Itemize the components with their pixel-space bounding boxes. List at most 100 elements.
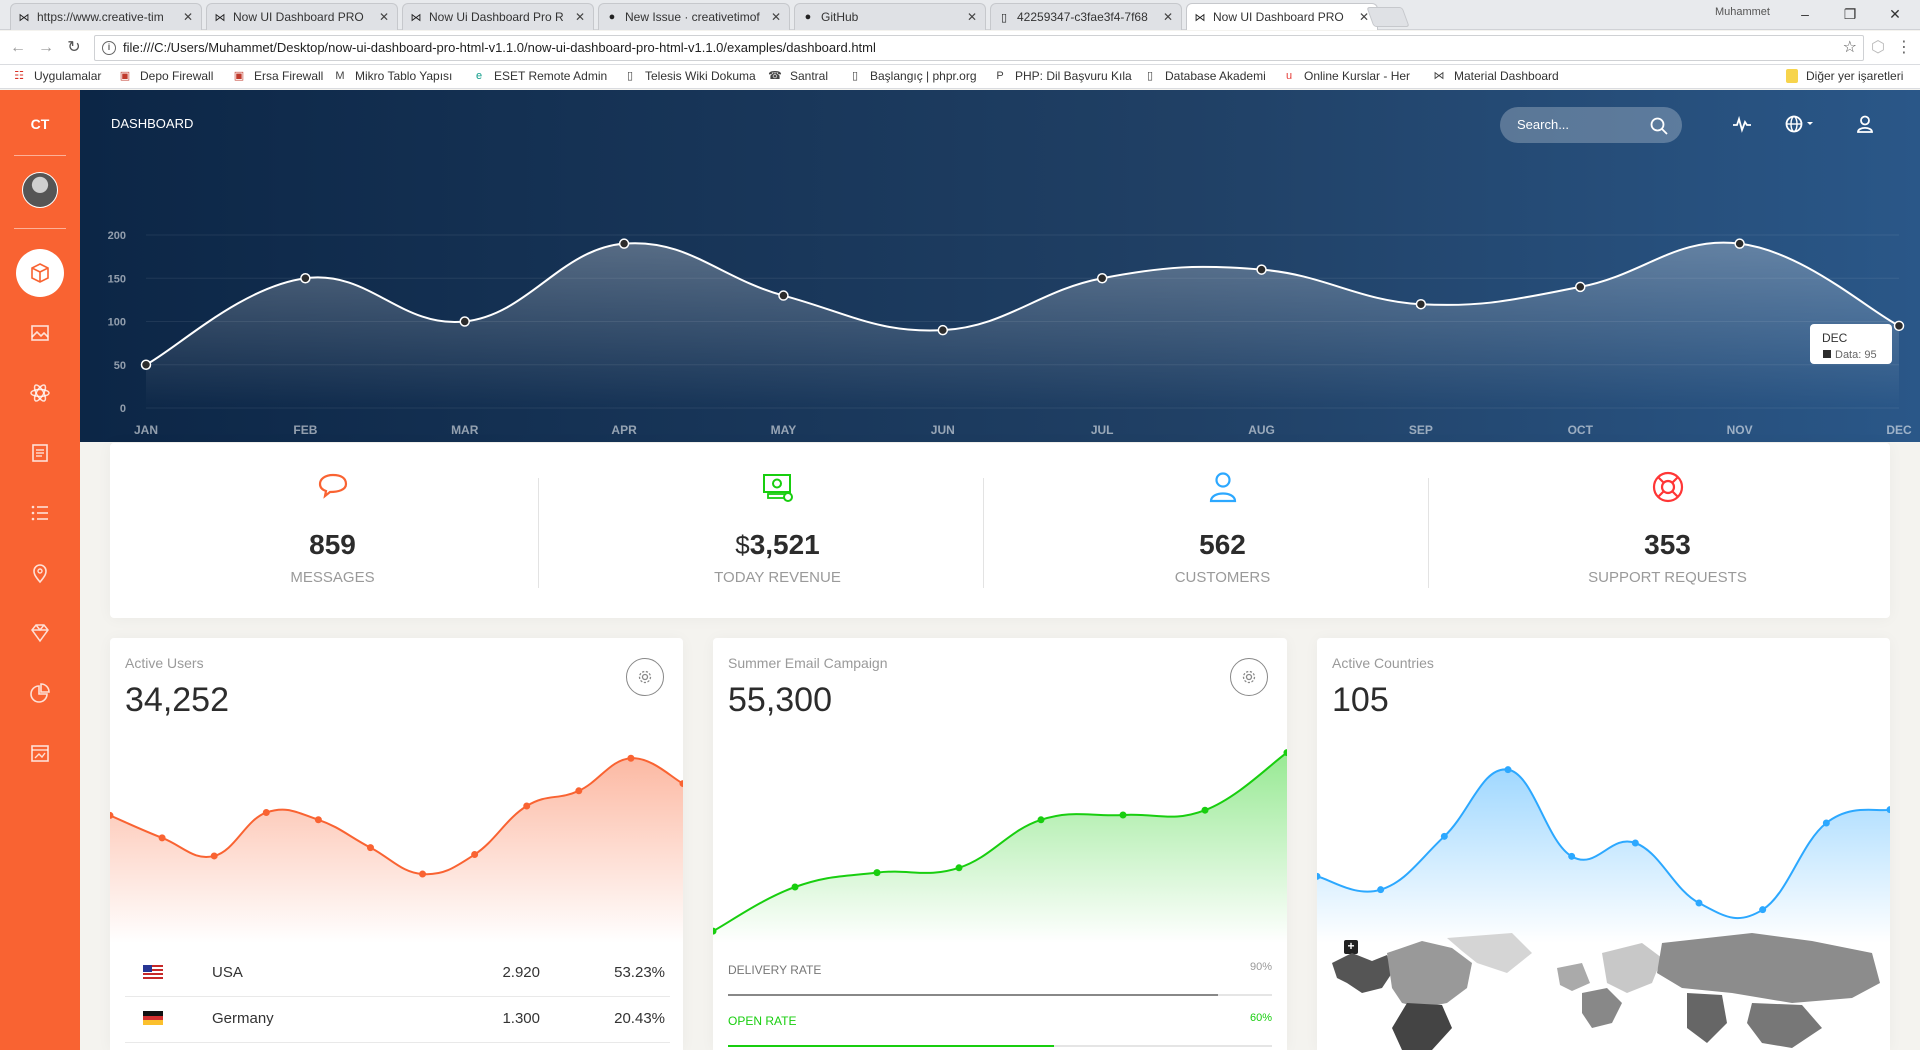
settings-button[interactable] [626, 658, 664, 696]
close-icon[interactable]: ✕ [1875, 2, 1915, 26]
divider [1428, 478, 1429, 588]
tab-close-icon[interactable]: ✕ [967, 10, 977, 24]
data-point [778, 290, 789, 301]
bookmark-item[interactable]: ☎ Santral [768, 69, 828, 83]
bookmark-item[interactable]: e ESET Remote Admin [472, 69, 607, 83]
bookmark-item[interactable]: P PHP: Dil Başvuru Kıla [993, 69, 1131, 83]
x-tick-label: JAN [134, 423, 158, 437]
data-point [1256, 264, 1267, 275]
bookmark-item[interactable]: ⋈ Material Dashboard [1432, 69, 1559, 83]
back-icon[interactable]: ← [8, 38, 28, 58]
maximize-icon[interactable]: ❐ [1830, 2, 1870, 26]
browser-tab[interactable]: ● New Issue · creativetimof ✕ [598, 3, 790, 30]
stat-number: 3,521 [749, 529, 820, 560]
search-input[interactable]: Search... [1500, 107, 1682, 143]
bookmark-label: Ersa Firewall [254, 69, 324, 83]
data-point [366, 844, 374, 852]
bookmark-item[interactable]: ▣ Ersa Firewall [232, 69, 324, 83]
sidebar-item-image[interactable] [16, 309, 64, 357]
search-icon[interactable] [1650, 117, 1668, 135]
country-count: 2.920 [502, 964, 540, 981]
url-text: file:///C:/Users/Muhammet/Desktop/now-ui… [123, 40, 876, 55]
data-point [575, 787, 583, 795]
bookmark-label: Mikro Tablo Yapısı [355, 69, 453, 83]
sidebar-item-atom[interactable] [16, 369, 64, 417]
data-point [300, 273, 311, 284]
sidebar-item-box[interactable] [16, 249, 64, 297]
folder-icon [1786, 69, 1798, 83]
sidebar-item-calendar[interactable] [16, 729, 64, 777]
chart-area [713, 752, 1287, 943]
active-users-card: Active Users 34,252 USA 2.920 53.23% German… [110, 638, 683, 1050]
globe-icon[interactable] [1785, 115, 1815, 133]
sidebar-item-paper[interactable] [16, 429, 64, 477]
other-bookmarks[interactable]: Diğer yer işaretleri [1786, 69, 1903, 83]
sidebar-item-list[interactable] [16, 489, 64, 537]
divider [538, 478, 539, 588]
bookmark-star-icon[interactable]: ☆ [1843, 36, 1857, 60]
data-point [1119, 811, 1127, 819]
info-icon[interactable]: i [102, 41, 116, 55]
new-tab-button[interactable] [1366, 7, 1410, 27]
profile-name[interactable]: Muhammet [1715, 6, 1770, 18]
card-value: 55,300 [728, 681, 832, 719]
chart-tooltip: DEC Data: 95 [1810, 324, 1892, 364]
bookmark-item[interactable]: ▯ Database Akademi [1143, 69, 1266, 83]
browser-tab[interactable]: ⋈ Now Ui Dashboard Pro R ✕ [402, 3, 594, 30]
stat-value: 562 [1000, 529, 1445, 561]
stats-card: 859 MESSAGES $3,521 TODAY REVENUE 562 CUSTOME… [110, 443, 1890, 618]
stat-label: CUSTOMERS [1174, 569, 1271, 586]
bookmark-item[interactable]: ☷ Uygulamalar [12, 69, 101, 83]
atom-icon [30, 384, 50, 402]
sidebar-item-chart-pie[interactable] [16, 669, 64, 717]
url-input[interactable]: i file:///C:/Users/Muhammet/Desktop/now-… [94, 35, 1864, 61]
chart-area [1317, 769, 1890, 943]
menu-icon[interactable]: ⋮ [1894, 38, 1914, 58]
browser-tab[interactable]: ▯ 42259347-c3fae3f4-7f68 ✕ [990, 3, 1182, 30]
browser-tab-bar: ⋈ https://www.creative-tim ✕ ⋈ Now UI Dashbo… [0, 0, 1920, 30]
sidebar-item-diamond[interactable] [16, 609, 64, 657]
bookmark-item[interactable]: ▣ Depo Firewall [118, 69, 214, 83]
bookmark-item[interactable]: M Mikro Tablo Yapısı [333, 69, 452, 83]
tab-title: https://www.creative-tim [37, 10, 164, 24]
activity-icon[interactable] [1733, 115, 1751, 133]
bookmark-item[interactable]: u Online Kurslar - Her [1282, 69, 1410, 83]
sidebar-item-pin[interactable] [16, 549, 64, 597]
browser-tab[interactable]: ⋈ https://www.creative-tim ✕ [10, 3, 202, 30]
us-flag-icon [143, 965, 163, 979]
world-map[interactable] [1332, 933, 1882, 1050]
forward-icon[interactable]: → [36, 38, 56, 58]
page-title[interactable]: DASHBOARD [111, 116, 193, 131]
reload-icon[interactable]: ↻ [64, 38, 84, 58]
tooltip-label: Data: 95 [1835, 349, 1877, 361]
y-tick-label: 0 [120, 403, 126, 415]
extension-icon[interactable]: ⬡ [1868, 38, 1888, 58]
chart-pie-icon [30, 683, 50, 703]
logo[interactable]: CT [0, 116, 80, 132]
avatar[interactable] [22, 172, 58, 208]
country-name: USA [212, 964, 243, 981]
bookmark-item[interactable]: ▯ Başlangıç | phpr.org [848, 69, 977, 83]
browser-tab[interactable]: ⋈ Now UI Dashboard PRO ✕ [1186, 3, 1378, 30]
tab-close-icon[interactable]: ✕ [379, 10, 389, 24]
x-tick-label: MAY [771, 423, 797, 437]
open-rate-percent: 60% [1249, 1012, 1272, 1024]
settings-button[interactable] [1230, 658, 1268, 696]
stat-value: 859 [110, 529, 555, 561]
open-rate-label: OPEN RATE [728, 1014, 797, 1028]
bookmark-item[interactable]: ▯ Telesis Wiki Dokuma [623, 69, 756, 83]
tab-close-icon[interactable]: ✕ [183, 10, 193, 24]
tab-close-icon[interactable]: ✕ [1163, 10, 1173, 24]
tab-close-icon[interactable]: ✕ [771, 10, 781, 24]
browser-tab[interactable]: ⋈ Now UI Dashboard PRO ✕ [206, 3, 398, 30]
tab-close-icon[interactable]: ✕ [575, 10, 585, 24]
user-icon [1209, 472, 1236, 503]
x-tick-label: SEP [1409, 423, 1433, 437]
data-point [262, 809, 270, 817]
country-percent: 20.43% [614, 1010, 665, 1027]
minimize-icon[interactable]: – [1785, 2, 1825, 26]
phone-icon: ☎ [768, 70, 782, 82]
data-point [140, 359, 152, 370]
browser-tab[interactable]: ● GitHub ✕ [794, 3, 986, 30]
user-icon[interactable] [1856, 115, 1874, 133]
